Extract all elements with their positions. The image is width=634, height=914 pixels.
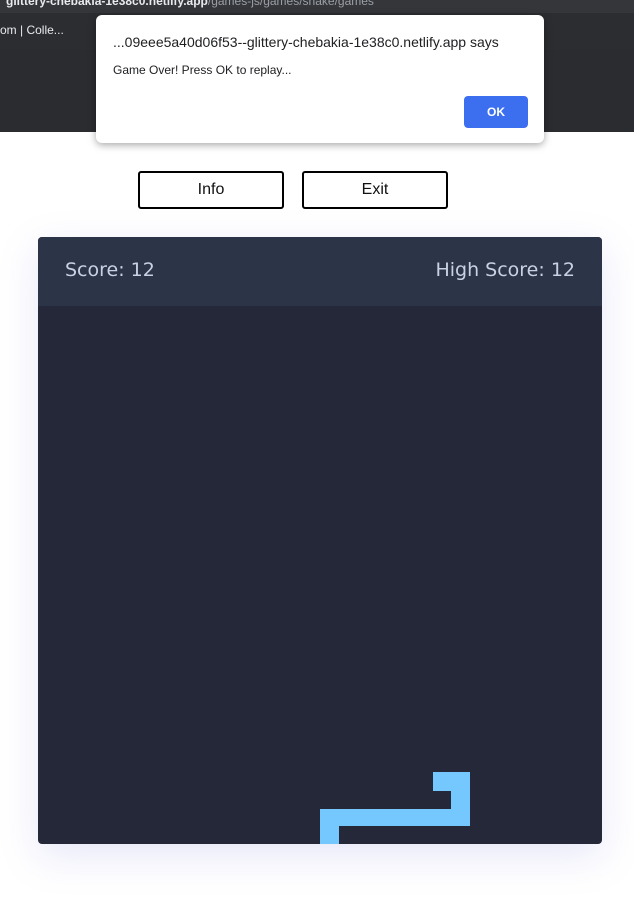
alert-dialog: ...09eee5a40d06f53--glittery-chebakia-1e… [96,15,544,143]
snake-segment [433,772,470,791]
bookmark-item[interactable]: om | Colle... [0,23,64,37]
url-host: glittery-chebakia-1e38c0.netlify.app [6,0,208,8]
alert-title: ...09eee5a40d06f53--glittery-chebakia-1e… [113,34,499,50]
alert-message: Game Over! Press OK to replay... [113,63,292,77]
info-button[interactable]: Info [138,171,284,209]
high-score-label: High Score: 12 [435,259,575,281]
browser-address-bar: glittery-chebakia-1e38c0.netlify.app/gam… [0,0,634,13]
snake-segment [320,809,470,826]
snake-segment [451,791,470,809]
url-path: /games-js/games/snake/games [207,0,374,8]
game-header: Score: 12 High Score: 12 [38,237,602,306]
game-board: Score: 12 High Score: 12 [38,237,602,844]
alert-ok-button[interactable]: OK [464,96,528,128]
browser-url[interactable]: glittery-chebakia-1e38c0.netlify.app/gam… [6,0,374,8]
score-label: Score: 12 [65,259,155,281]
exit-button[interactable]: Exit [302,171,448,209]
snake-segment [320,826,339,844]
